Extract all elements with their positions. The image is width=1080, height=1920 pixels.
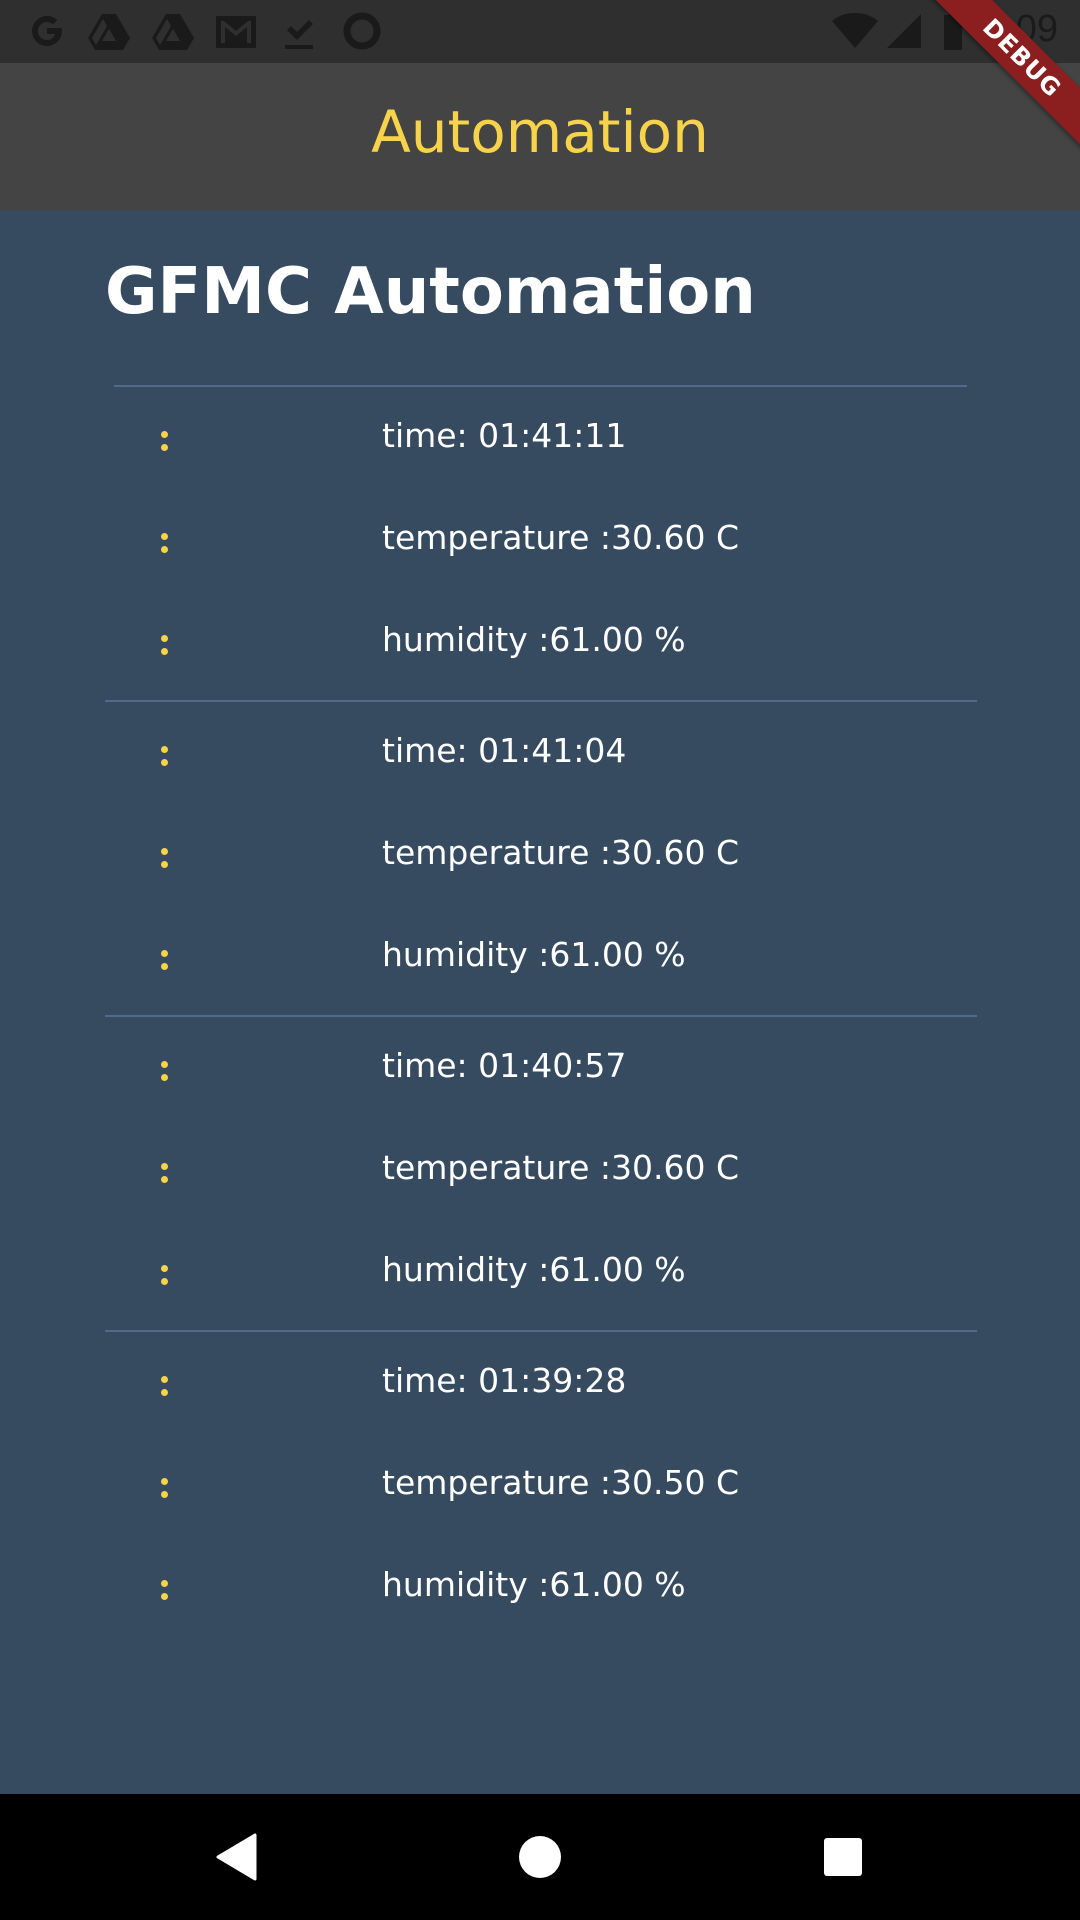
humidity-label: humidity :61.00 % [382, 1250, 686, 1289]
signal-icon [884, 10, 924, 52]
humidity-label: humidity :61.00 % [382, 1565, 686, 1604]
recents-button[interactable] [803, 1817, 883, 1897]
humidity-row: humidity :61.00 % [0, 604, 1080, 684]
temperature-label: temperature :30.50 C [382, 1463, 740, 1502]
time-row: time: 01:40:57 [0, 1030, 1080, 1110]
temperature-row: temperature :30.60 C [0, 817, 1080, 897]
time-label: time: 01:39:28 [382, 1361, 627, 1400]
page-title: GFMC Automation [105, 255, 756, 329]
more-vert-icon [158, 522, 172, 562]
temperature-label: temperature :30.60 C [382, 1148, 740, 1187]
time-label: time: 01:41:11 [382, 416, 627, 455]
humidity-row: humidity :61.00 % [0, 1549, 1080, 1629]
recents-icon [824, 1838, 862, 1876]
list-divider [114, 385, 967, 387]
temperature-row: temperature :30.60 C [0, 1132, 1080, 1212]
download-done-icon [278, 10, 320, 52]
more-vert-icon [158, 1254, 172, 1294]
time-label: time: 01:40:57 [382, 1046, 627, 1085]
home-button[interactable] [500, 1817, 580, 1897]
temperature-row: temperature :30.60 C [0, 502, 1080, 582]
time-row: time: 01:41:04 [0, 715, 1080, 795]
google-icon [24, 10, 70, 52]
list-divider [105, 700, 977, 702]
app-bar: Automation [0, 63, 1080, 210]
drive-icon [150, 10, 196, 52]
more-vert-icon [158, 1467, 172, 1507]
more-vert-icon [158, 1152, 172, 1192]
list-divider [105, 1330, 977, 1332]
back-button[interactable] [197, 1817, 277, 1897]
more-vert-icon [158, 735, 172, 775]
temperature-row: temperature :30.50 C [0, 1447, 1080, 1527]
humidity-row: humidity :61.00 % [0, 1234, 1080, 1314]
app-bar-title: Automation [371, 97, 709, 166]
circle-icon [340, 10, 384, 52]
more-vert-icon [158, 1569, 172, 1609]
more-vert-icon [158, 624, 172, 664]
list-divider [105, 1015, 977, 1017]
more-vert-icon [158, 420, 172, 460]
app-screen: 2:09 DEBUG Automation GFMC Automation ti… [0, 0, 1080, 1920]
humidity-label: humidity :61.00 % [382, 620, 686, 659]
back-icon [216, 1833, 257, 1881]
more-vert-icon [158, 1365, 172, 1405]
gmail-icon [212, 10, 260, 52]
more-vert-icon [158, 939, 172, 979]
more-vert-icon [158, 1050, 172, 1090]
more-vert-icon [158, 837, 172, 877]
time-label: time: 01:41:04 [382, 731, 627, 770]
humidity-row: humidity :61.00 % [0, 919, 1080, 999]
temperature-label: temperature :30.60 C [382, 833, 740, 872]
home-icon [519, 1836, 561, 1878]
wifi-icon [830, 10, 880, 52]
status-bar: 2:09 [0, 0, 1080, 63]
navigation-bar [0, 1794, 1080, 1920]
drive-icon [86, 10, 132, 52]
temperature-label: temperature :30.60 C [382, 518, 740, 557]
time-row: time: 01:41:11 [0, 400, 1080, 480]
time-row: time: 01:39:28 [0, 1345, 1080, 1425]
humidity-label: humidity :61.00 % [382, 935, 686, 974]
